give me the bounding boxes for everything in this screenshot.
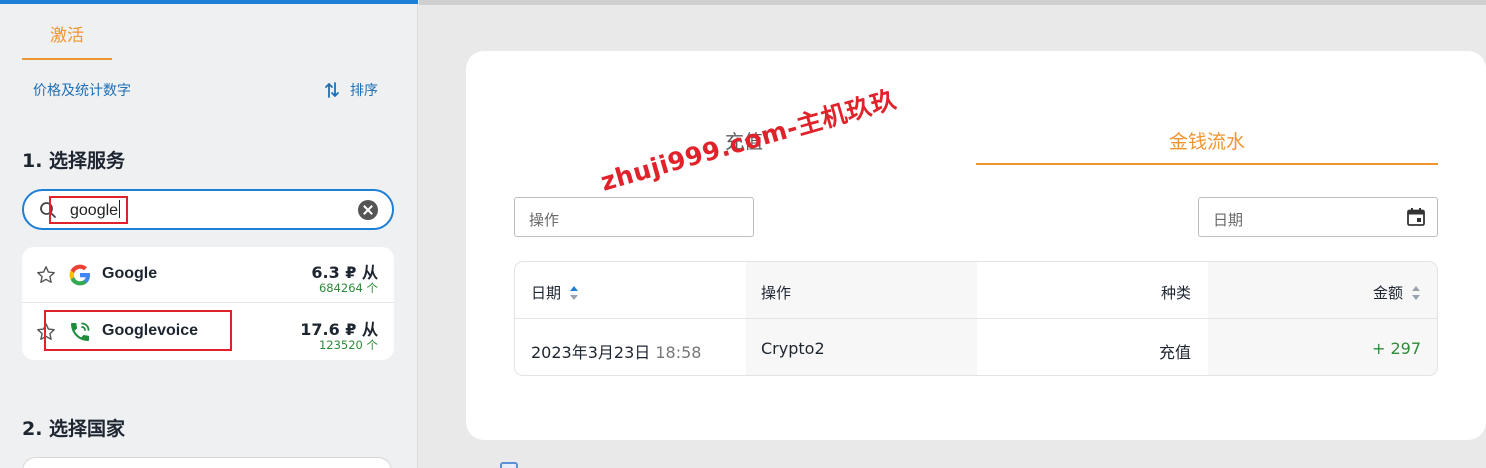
header-amount[interactable]: 金额 [1373, 282, 1421, 303]
transactions-table: 日期 操作 种类 金额 2023年3月23日 18:58 Crypto2 充值 … [514, 261, 1438, 376]
service-name: Google [102, 265, 158, 282]
date-filter-placeholder: 日期 [1213, 211, 1244, 229]
star-icon[interactable] [36, 265, 56, 285]
tab-money-ledger[interactable]: 金钱流水 [976, 127, 1438, 165]
main-top-bar [419, 0, 1486, 5]
sort-icon[interactable] [1411, 285, 1421, 301]
step2-title: 2. 选择国家 [22, 418, 126, 440]
tab-activation[interactable]: 激活 [22, 22, 112, 60]
sort-button[interactable]: 排序 [324, 80, 378, 100]
operation-filter-placeholder: 操作 [529, 211, 560, 229]
header-amount-label: 金额 [1372, 284, 1403, 302]
sort-asc-icon[interactable] [569, 285, 579, 301]
column-bg [1208, 262, 1437, 375]
header-date[interactable]: 日期 [531, 282, 579, 303]
sort-arrows-icon [325, 82, 339, 98]
header-date-label: 日期 [531, 284, 562, 302]
google-logo-icon [69, 264, 90, 286]
balance-card [466, 51, 1486, 440]
checkbox[interactable] [500, 462, 518, 468]
highlight-box-search [49, 196, 128, 224]
operation-filter[interactable]: 操作 [514, 197, 754, 237]
cell-amount: + 297 [1371, 339, 1421, 358]
row-divider [515, 318, 1437, 319]
cell-date: 2023年3月23日 18:58 [531, 339, 701, 363]
service-row-google[interactable]: Google 6.3 ₽ 从 684264 个 [22, 247, 394, 303]
step1-title: 1. 选择服务 [22, 150, 126, 172]
header-operation: 操作 [761, 284, 792, 302]
cell-type: 充值 [1158, 343, 1191, 362]
cell-date-time: 18:58 [655, 343, 702, 362]
cell-operation: Crypto2 [761, 339, 825, 358]
clear-search-icon[interactable] [358, 200, 378, 220]
cell-date-day: 2023年3月23日 [531, 343, 651, 362]
price-stats-link[interactable]: 价格及统计数字 [33, 80, 131, 100]
sidebar-top-bar [0, 0, 418, 4]
service-count: 684264 个 [318, 281, 378, 295]
calendar-icon[interactable] [1406, 207, 1426, 227]
sort-label: 排序 [350, 83, 378, 99]
date-filter[interactable]: 日期 [1198, 197, 1438, 237]
header-type: 种类 [1160, 284, 1191, 302]
service-count: 123520 个 [318, 338, 378, 352]
highlight-box-googlevoice [44, 310, 232, 351]
column-bg [746, 262, 977, 375]
country-search-box[interactable] [22, 457, 392, 468]
sidebar: 激活 价格及统计数字 排序 1. 选择服务 google Google 6.3 … [0, 0, 418, 468]
